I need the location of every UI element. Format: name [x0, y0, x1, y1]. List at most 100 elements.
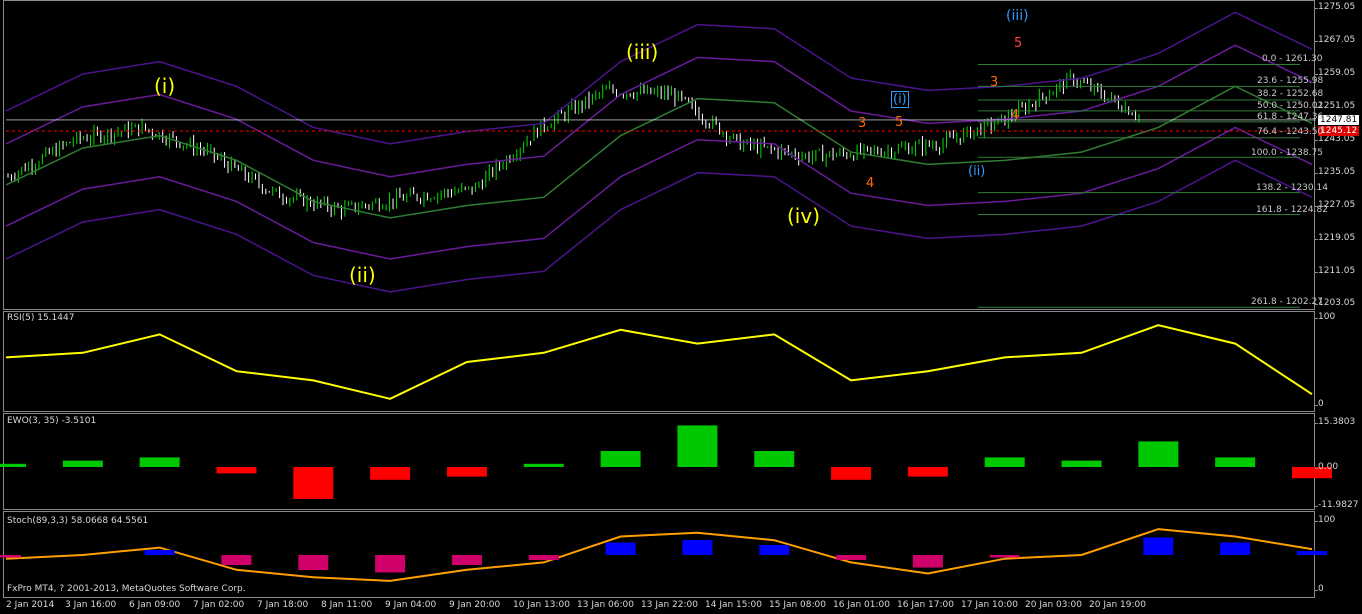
ewo-bar: [1061, 460, 1102, 467]
fib-label: 0.0 - 1261.30: [1262, 54, 1323, 64]
rsi-label: RSI(5) 15.1447: [7, 313, 75, 323]
stoch-label: Stoch(89,3,3) 58.0668 64.5561: [7, 516, 149, 526]
price-tick: 1259.05: [1314, 68, 1356, 78]
time-label: 16 Jan 17:00: [897, 600, 954, 610]
price-tick: 1211.05: [1314, 266, 1356, 276]
ewo-bar: [0, 463, 26, 467]
time-label: 3 Jan 16:00: [65, 600, 117, 610]
time-label: 16 Jan 01:00: [833, 600, 890, 610]
rsi-tick: 0: [1315, 399, 1324, 409]
stoch-histogram-bar: [605, 542, 636, 555]
stoch-axis: 100 0: [1314, 511, 1362, 598]
stoch-histogram-bar: [836, 555, 867, 560]
subwave-number: 4: [866, 176, 875, 191]
stoch-tick: 0: [1315, 584, 1324, 594]
subwave-number: 5: [1014, 36, 1023, 51]
ewo-tick: -11.9827: [1314, 500, 1359, 510]
fib-label: 261.8 - 1202.27: [1251, 297, 1323, 307]
fib-label: 61.8 - 1247.36: [1257, 112, 1324, 122]
wave-label-iii: (iii): [626, 40, 659, 64]
price-tick: 1219.05: [1314, 233, 1356, 243]
stoch-histogram-bar: [682, 540, 713, 555]
fib-label: 38.2 - 1252.68: [1257, 89, 1324, 99]
stoch-histogram-bar: [1143, 537, 1174, 555]
wave-label-ii: (ii): [349, 263, 376, 287]
time-label: 13 Jan 06:00: [577, 600, 634, 610]
ewo-bar: [677, 425, 718, 467]
ewo-bar: [62, 460, 103, 467]
time-label: 13 Jan 22:00: [641, 600, 698, 610]
ewo-bar: [907, 467, 948, 477]
time-label: 15 Jan 08:00: [769, 600, 826, 610]
ewo-bar: [1138, 441, 1179, 467]
bid-price-label: 1247.81: [1318, 115, 1360, 125]
fib-label: 138.2 - 1230.14: [1256, 183, 1328, 193]
ewo-bar: [754, 451, 795, 467]
fib-label: 23.6 - 1255.98: [1257, 76, 1324, 86]
time-label: 9 Jan 20:00: [449, 600, 501, 610]
subwave-number: 3: [990, 75, 999, 90]
fib-label: 50.0 - 1250.02: [1257, 101, 1324, 111]
rsi-tick: 100: [1314, 312, 1336, 322]
ewo-bar: [139, 457, 180, 467]
stoch-histogram-bar: [451, 555, 482, 565]
ewo-bar: [831, 467, 872, 480]
stoch-histogram-bar: [528, 555, 559, 560]
stoch-tick: 100: [1314, 515, 1336, 525]
price-tick: 1235.05: [1314, 167, 1356, 177]
stoch-histogram-bar: [221, 555, 252, 565]
time-label: 7 Jan 02:00: [193, 600, 245, 610]
moving-average-line: [5, 126, 1313, 260]
subwave-number: 4: [1011, 108, 1020, 123]
subwave-number: 5: [895, 115, 904, 130]
subwave-number: 3: [858, 116, 867, 131]
ewo-bar: [600, 451, 641, 467]
minor-wave-label-iii: (iii): [1006, 8, 1029, 24]
stoch-histogram-bar: [989, 555, 1020, 558]
ewo-tick: 15.3803: [1314, 417, 1356, 427]
price-tick: 1251.05: [1314, 101, 1356, 111]
ewo-bar: [1215, 457, 1256, 467]
moving-average-line: [5, 11, 1313, 145]
fib-label: 161.8 - 1224.82: [1256, 205, 1328, 215]
ewo-bar: [984, 457, 1025, 467]
time-label: 20 Jan 19:00: [1089, 600, 1146, 610]
time-label: 6 Jan 09:00: [129, 600, 181, 610]
time-label: 8 Jan 11:00: [321, 600, 373, 610]
wave-label-iv: (iv): [787, 204, 820, 228]
moving-average-line: [5, 85, 1313, 219]
ewo-bar: [370, 467, 411, 480]
stoch-line: [5, 528, 1313, 582]
stoch-histogram-bar: [759, 545, 790, 555]
red-price-label: 1245.12: [1318, 126, 1360, 136]
ewo-axis: 15.3803 0.00 -11.9827: [1314, 413, 1362, 510]
time-label: 20 Jan 03:00: [1025, 600, 1082, 610]
moving-average-line: [5, 159, 1313, 293]
rsi-line: [5, 324, 1313, 400]
copyright-text: FxPro MT4, ? 2001-2013, MetaQuotes Softw…: [7, 584, 246, 594]
stoch-histogram-bar: [144, 550, 175, 555]
stoch-histogram-bar: [912, 555, 943, 568]
price-tick: 1275.05: [1314, 2, 1356, 12]
time-label: 2 Jan 2014: [6, 600, 55, 610]
stoch-histogram-bar: [375, 555, 406, 573]
minor-wave-label-i: (i): [891, 91, 909, 108]
chart-canvas: [0, 11, 1332, 582]
time-label: 10 Jan 13:00: [513, 600, 570, 610]
stoch-histogram-bar: [0, 555, 21, 558]
wave-label-i: (i): [154, 74, 176, 98]
stoch-histogram-bar: [298, 555, 329, 570]
minor-wave-label-ii: (ii): [968, 164, 986, 179]
price-tick: 1267.05: [1314, 35, 1356, 45]
rsi-axis: 100 0: [1314, 311, 1362, 412]
ewo-tick: 0.00: [1314, 462, 1339, 472]
time-label: 7 Jan 18:00: [257, 600, 309, 610]
ewo-bar: [446, 467, 487, 477]
price-tick: 1203.05: [1314, 298, 1356, 308]
ewo-bar: [293, 467, 334, 499]
fib-label: 76.4 - 1243.50: [1257, 127, 1324, 137]
ewo-bar: [216, 467, 257, 474]
time-label: 9 Jan 04:00: [385, 600, 437, 610]
ewo-bar: [523, 463, 564, 467]
fib-label: 100.0 - 1238.75: [1251, 148, 1323, 158]
